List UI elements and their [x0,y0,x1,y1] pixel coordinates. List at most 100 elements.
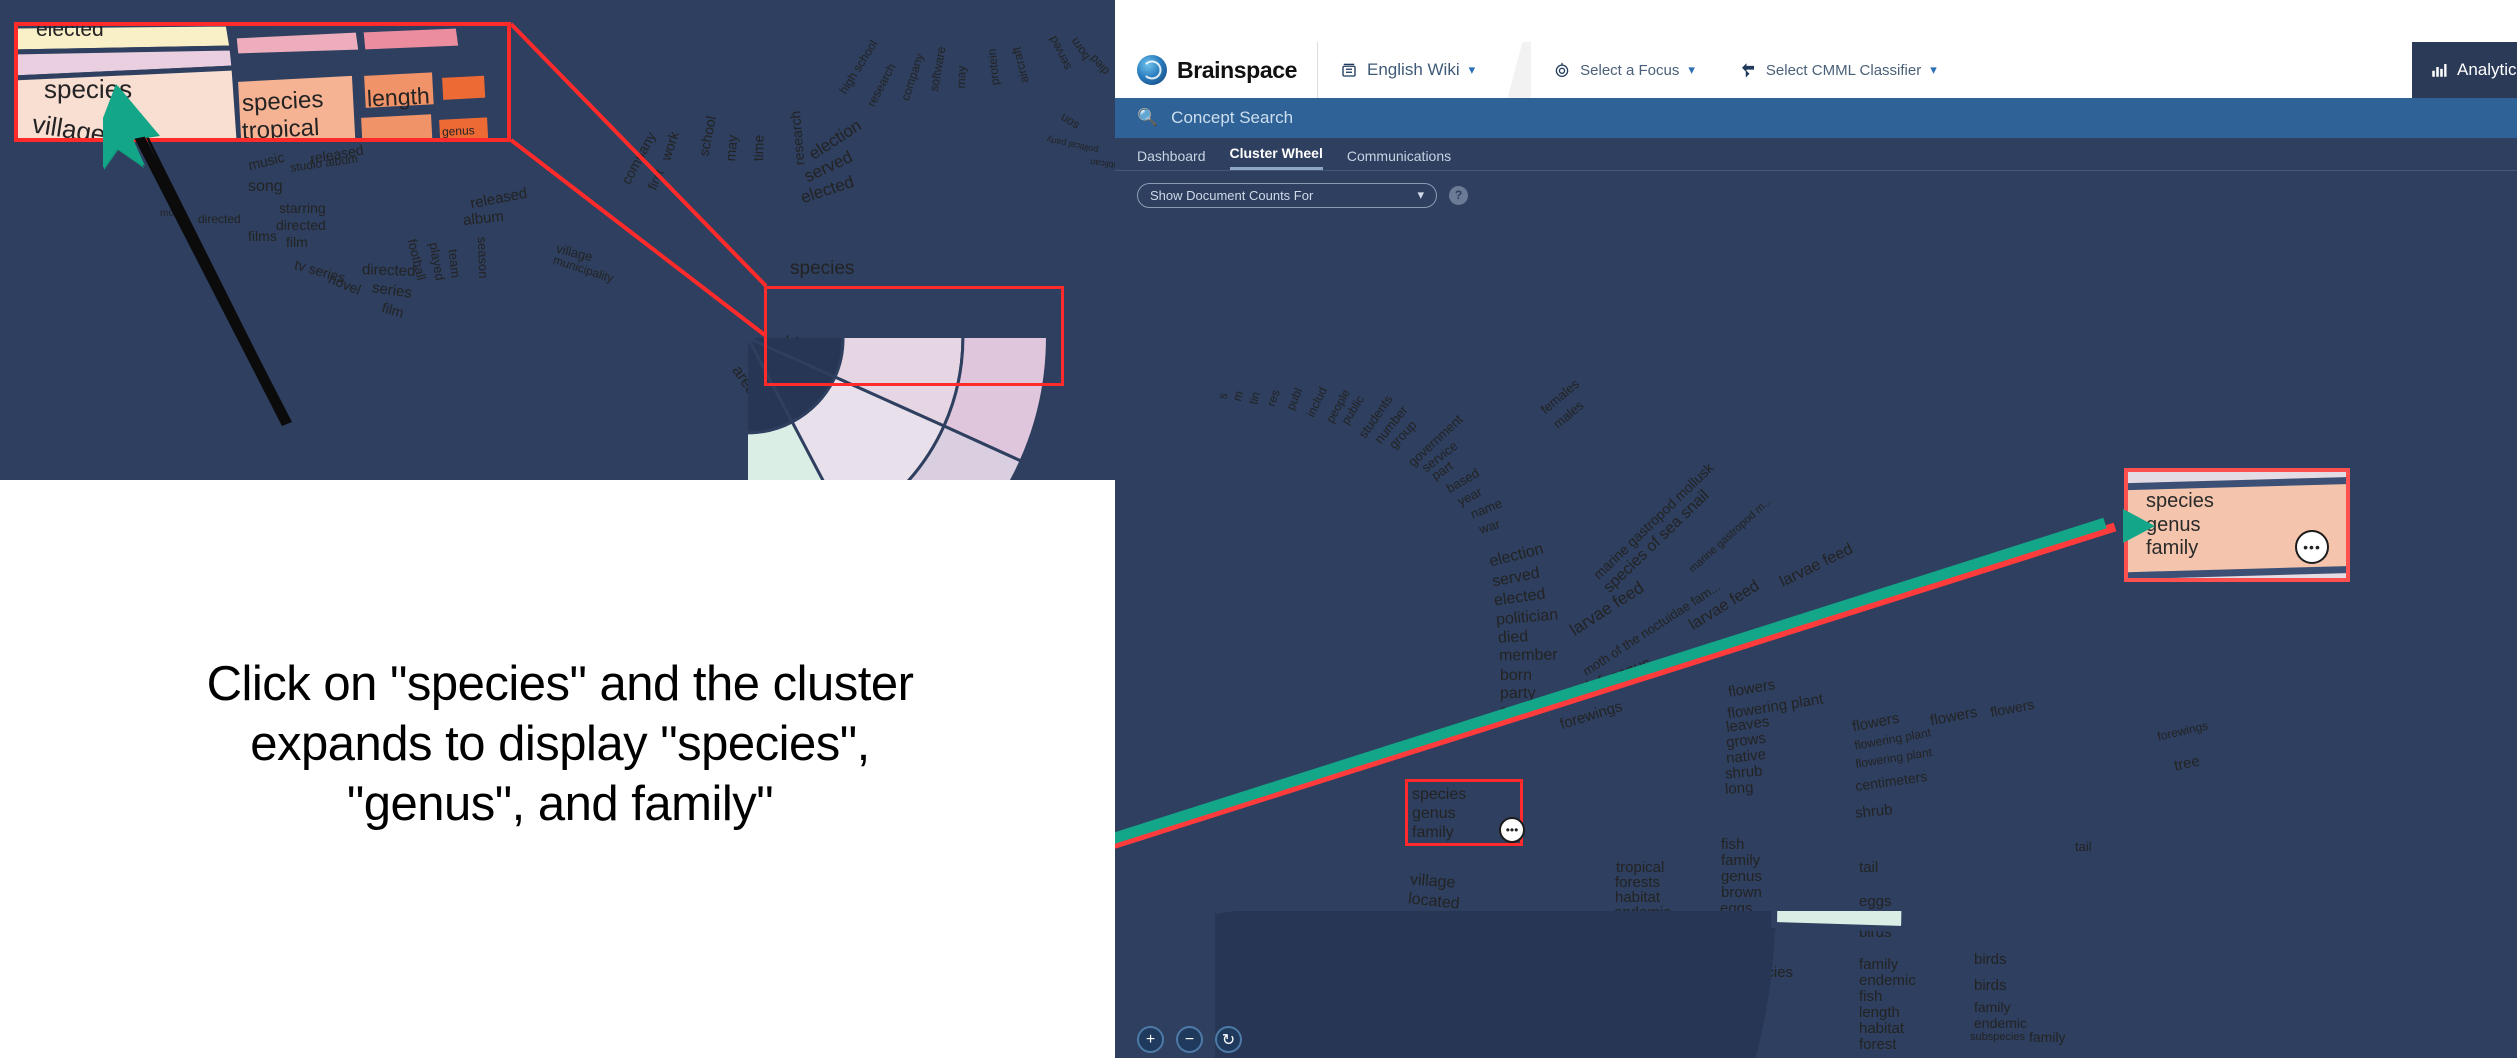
wheel-label: larvae feed [1777,540,1856,591]
wheel-label: birds [1859,924,1892,941]
concept-search-bar[interactable]: 🔍 Concept Search [1115,98,2517,138]
cmml-classifier-icon [1741,63,1754,78]
left-wheel-label: film [380,299,406,321]
wheel-label: family [1974,999,2011,1015]
caption-line: Click on "species" and the cluster [206,657,914,711]
tab-communications[interactable]: Communications [1347,148,1451,170]
left-wheel-label: directed [361,261,416,280]
left-wheel-label: directed [276,217,326,233]
left-wheel-label: first [644,166,667,193]
annotation-panel: company first work school may time resea… [0,0,1115,1058]
wheel-label: family [1859,956,1899,973]
reset-view-button[interactable]: ↻ [1215,1026,1242,1053]
wheel-label: flowers [1726,676,1777,701]
zoom-out-button[interactable]: − [1176,1026,1203,1053]
left-wheel-label: music [246,148,286,174]
wheel-label: fish [1721,836,1745,853]
tab-dashboard[interactable]: Dashboard [1137,148,1206,170]
wheel-label: s [1215,391,1231,401]
caption-line: expands to display "species", [250,716,870,771]
left-wheel-label: software [926,45,949,93]
dataset-icon [1342,63,1356,77]
wheel-label: son [1500,703,1526,720]
inset-label-species-2: species [241,85,324,118]
wheel-zoom-controls: + − ↻ [1137,1026,1242,1053]
wheel-label: forest [1859,1036,1897,1053]
wheel-label: extinct genus [1692,1051,1782,1058]
wheel-label: habitat [1719,932,1765,949]
wheel-label: black [1719,948,1755,965]
brainspace-logo-icon [1137,55,1167,85]
chevron-down-icon: ▾ [1417,187,1424,202]
brand-name: Brainspace [1177,56,1298,83]
wheel-label: politician [1495,606,1559,629]
wheel-label: died [1497,628,1529,647]
dataset-selector[interactable]: English Wiki ▾ [1318,42,1497,98]
left-wheel-label: school [695,114,719,158]
inset-label-tropical: tropical [241,113,321,142]
callout-label-family: family [2146,537,2199,560]
chevron-down-icon: ▾ [1930,62,1937,77]
wheel-label: bird [1613,949,1639,966]
left-wheel-label: republican [1089,157,1115,173]
left-wheel-label: album [462,207,505,230]
wheel-label: flowers [1928,703,1979,730]
wheel-label: tail [1859,859,1879,876]
app-header: Brainspace English Wiki ▾ Select a Focus… [1115,42,2517,98]
brand-logo-area[interactable]: Brainspace [1115,42,1317,98]
wheel-controls: Show Document Counts For ▾ ? [1115,171,2517,211]
left-wheel-label: starring [279,200,326,216]
brainspace-application-window: Brainspace English Wiki ▾ Select a Focus… [1115,42,2517,1058]
instruction-caption: Click on "species" and the cluster expan… [30,655,1090,834]
wheel-label: member [1498,646,1558,665]
zoom-in-button[interactable]: + [1137,1026,1164,1053]
left-wheel-label: films [248,228,277,244]
focus-selector[interactable]: Select a Focus ▾ [1531,42,1717,98]
left-wheel-label: played [426,241,448,282]
wheel-label: birds [1974,951,2007,968]
wheel-label: war [1477,516,1502,537]
wheel-label: fish [1859,988,1883,1005]
left-wheel-highlight-box [764,286,1064,386]
left-wheel-label: company [898,51,927,103]
wheel-label: habitat [1859,1020,1905,1037]
search-icon: 🔍 [1137,108,1159,127]
analytics-button[interactable]: Analytics [2412,42,2517,98]
wheel-label: m [1229,389,1247,403]
cluster-wheel-visualization[interactable]: s m tin res publ includ people public st… [1115,211,2517,1058]
wheel-label: genus [1721,868,1762,885]
cluster-context-menu-icon[interactable]: ••• [1499,817,1525,843]
document-counts-select[interactable]: Show Document Counts For ▾ [1137,182,1437,208]
left-wheel-label: song [248,178,283,195]
inset-label-genus: genus [441,123,476,139]
wheel-label: length [1859,1004,1900,1021]
wheel-label: birds [1974,977,2007,994]
search-input[interactable]: Concept Search [1171,108,1293,128]
left-cluster-wheel-illustration: company first work school may time resea… [0,0,1115,480]
focus-label: Select a Focus [1580,61,1680,79]
wheel-label: tree [2172,752,2202,775]
zoom-inset-species-detail: elected species village located species … [14,22,511,142]
wheel-label: eggs [1859,893,1892,910]
left-wheel-label: research [786,110,808,166]
analytics-bars-icon [2432,64,2447,77]
wheel-label: had [1596,1028,1623,1053]
wheel-label: forewings [2156,718,2210,744]
cluster-wheel-graphic [1215,911,1908,1058]
left-wheel-label: served [1045,33,1075,73]
wheel-label: birds [1718,980,1751,997]
classifier-selector[interactable]: Select CMML Classifier ▾ [1717,42,1959,98]
wheel-label: long [1724,779,1754,798]
tab-cluster-wheel[interactable]: Cluster Wheel [1229,145,1323,170]
inset-label-species: species [44,74,133,104]
caption-line: "genus", and family" [346,776,774,831]
wheel-label: family [2029,1029,2066,1045]
help-icon[interactable]: ? [1449,185,1468,205]
wheel-label: party [1500,685,1536,702]
left-wheel-label: son [1057,110,1082,134]
chevron-down-icon: ▾ [1688,62,1695,77]
left-wheel-label: may [953,65,969,89]
callout-context-menu-icon[interactable]: ••• [2295,530,2329,564]
left-wheel-label: team [445,248,464,279]
document-counts-value: Show Document Counts For [1150,187,1314,203]
